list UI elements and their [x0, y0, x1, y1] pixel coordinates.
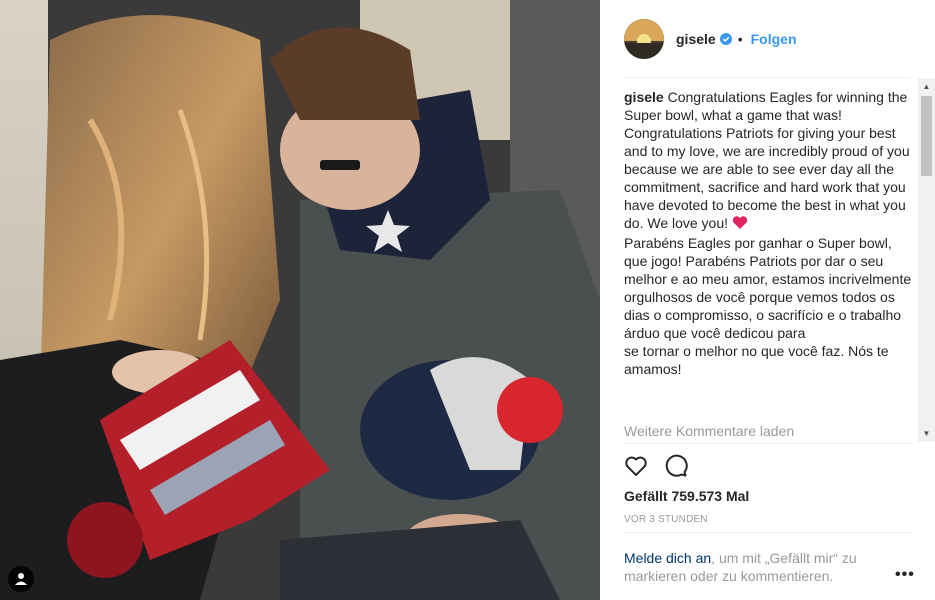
- footer-divider: [624, 532, 911, 533]
- caption-text-pt: Parabéns Eagles por ganhar o Super bowl,…: [624, 235, 912, 341]
- scrollbar-thumb[interactable]: [921, 96, 932, 176]
- red-heart-emoji-icon: [732, 215, 748, 234]
- avatar-image: [624, 18, 664, 59]
- comment-button[interactable]: [664, 454, 688, 478]
- caption: gisele Congratulations Eagles for winnin…: [624, 88, 914, 378]
- post-timestamp: VOR 3 STUNDEN: [624, 514, 708, 525]
- caption-text-en: Congratulations Eagles for winning the S…: [624, 89, 910, 231]
- caption-username[interactable]: gisele: [624, 89, 664, 105]
- login-prompt: Melde dich an, um mit „Gefällt mir“ zu m…: [624, 549, 874, 585]
- load-more-comments-link[interactable]: Weitere Kommentare laden: [624, 423, 794, 439]
- heart-outline-icon: [625, 456, 647, 476]
- verified-badge-icon: [719, 32, 732, 45]
- like-button[interactable]: [624, 454, 648, 478]
- post-photo[interactable]: [0, 0, 600, 600]
- avatar[interactable]: [624, 18, 664, 59]
- comments-list: gisele Congratulations Eagles for winnin…: [624, 88, 914, 440]
- like-count[interactable]: Gefällt 759.573 Mal: [624, 488, 749, 504]
- scroll-down-arrow-icon[interactable]: ▼: [918, 425, 935, 442]
- post-header: gisele • Folgen: [600, 0, 935, 77]
- scroll-up-arrow-icon[interactable]: ▲: [918, 78, 935, 95]
- separator-dot: •: [737, 30, 743, 47]
- more-options-button[interactable]: •••: [895, 566, 915, 584]
- user-tag-button[interactable]: [8, 566, 34, 592]
- speech-bubble-icon: [665, 454, 688, 477]
- username-link[interactable]: gisele: [676, 31, 716, 47]
- actions-divider: [624, 443, 911, 444]
- caption-text-pt-end: se tornar o melhor no que você faz. Nós …: [624, 343, 889, 377]
- follow-button[interactable]: Folgen: [751, 31, 797, 47]
- login-link[interactable]: Melde dich an: [624, 550, 711, 566]
- header-divider: [624, 77, 911, 78]
- person-icon: [15, 573, 27, 585]
- photo-illustration: [0, 0, 600, 600]
- comments-scrollbar[interactable]: ▲ ▼: [918, 78, 935, 442]
- post-actions: [624, 454, 688, 478]
